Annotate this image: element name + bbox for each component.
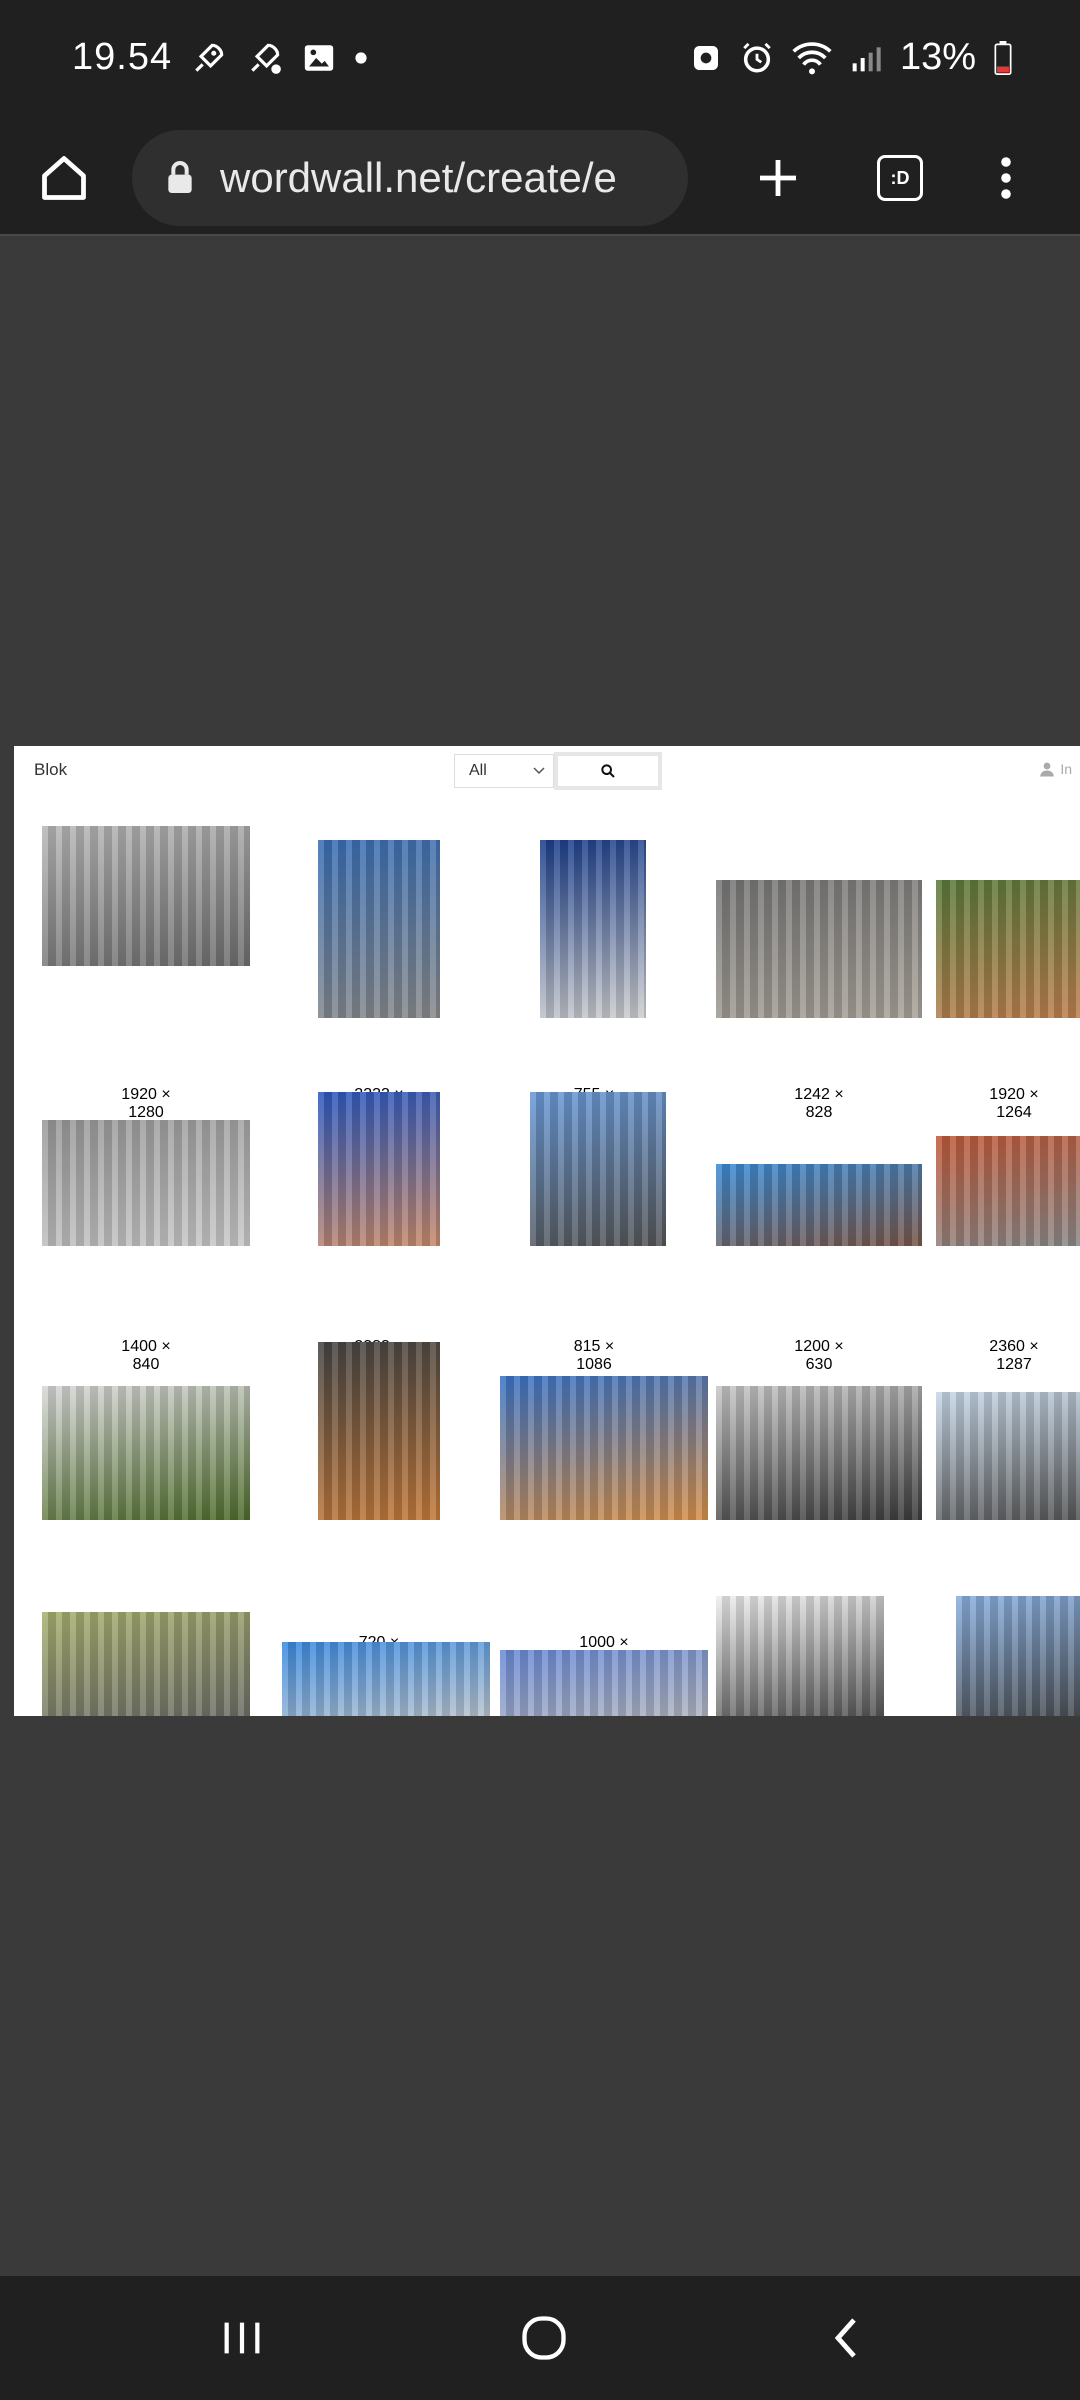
image-thumbnail[interactable] [530,1092,666,1246]
image-thumbnail[interactable] [716,880,922,1018]
image-thumbnail[interactable] [716,1596,884,1716]
address-bar[interactable]: wordwall.net/create/e [132,130,688,226]
image-dimensions-label: 1242 × 828 [794,1086,844,1121]
image-thumbnail[interactable] [716,1164,922,1246]
more-menu-button[interactable] [970,138,1042,218]
image-thumbnail[interactable] [318,840,440,1018]
recents-button[interactable] [202,2306,282,2370]
status-time: 19.54 [72,36,173,78]
image-picker-panel: Blok All In 1920 × 12802333 × 3500755 × … [14,746,1080,1716]
image-dimensions-label: 1200 × 630 [794,1338,844,1373]
tabs-button[interactable]: :D [864,138,936,218]
image-thumbnail[interactable] [42,826,250,966]
notification-dot-icon [354,51,368,65]
wifi-icon [792,41,832,75]
image-search-input[interactable]: Blok [34,760,67,780]
browser-toolbar: wordwall.net/create/e :D [0,120,1080,236]
plus-icon [760,160,796,196]
image-thumbnail[interactable] [282,1642,490,1716]
image-dimensions-label: 1920 × 1264 [989,1086,1039,1121]
status-bar: 19.54 13% [0,0,1080,120]
chevron-down-icon [533,762,545,780]
image-thumbnail[interactable] [42,1120,250,1246]
app-lock-icon [690,42,722,74]
filter-select-value: All [469,762,487,779]
image-thumbnail[interactable] [936,880,1080,1018]
search-button[interactable] [554,752,662,790]
alarm-icon [740,41,774,75]
image-thumbnail[interactable] [936,1392,1080,1520]
back-button[interactable] [806,2306,886,2370]
image-dimensions-label: 815 × 1086 [573,1338,615,1373]
rocket-alert-icon [246,39,284,77]
tab-count: :D [877,155,923,201]
image-thumbnail[interactable] [42,1612,250,1716]
image-thumbnail[interactable] [936,1136,1080,1246]
user-icon [1040,762,1055,777]
battery-icon [994,40,1012,75]
search-icon [601,764,615,778]
image-thumbnail[interactable] [716,1386,922,1520]
image-thumbnail[interactable] [540,840,646,1018]
home-button[interactable] [36,138,92,218]
image-dimensions-label: 2360 × 1287 [989,1338,1039,1373]
image-thumbnail[interactable] [500,1650,708,1716]
new-tab-button[interactable] [742,138,814,218]
picker-header: Blok All In [14,746,1080,796]
rocket-icon [190,39,228,77]
home-icon [42,156,86,200]
gallery-icon [302,41,336,75]
image-thumbnail[interactable] [318,1342,440,1520]
system-navigation-bar [0,2276,1080,2400]
image-thumbnail[interactable] [956,1596,1080,1716]
battery-percent: 13% [899,36,976,78]
home-circle-icon [522,2316,566,2360]
recents-icon [224,2322,260,2354]
more-vert-icon [1001,157,1011,199]
nav-home-button[interactable] [504,2306,584,2370]
signal-icon [850,42,882,74]
filter-select[interactable]: All [454,754,554,788]
url-text: wordwall.net/create/e [220,154,617,201]
image-dimensions-label: 1920 × 1280 [121,1086,171,1121]
image-dimensions-label: 1400 × 840 [121,1338,171,1373]
user-button[interactable]: In [1038,760,1072,778]
image-thumbnail[interactable] [500,1376,708,1520]
image-thumbnail[interactable] [42,1386,250,1520]
image-thumbnail[interactable] [318,1092,440,1246]
lock-icon [168,161,192,193]
back-chevron-icon [834,2318,856,2358]
user-label: In [1060,761,1072,777]
